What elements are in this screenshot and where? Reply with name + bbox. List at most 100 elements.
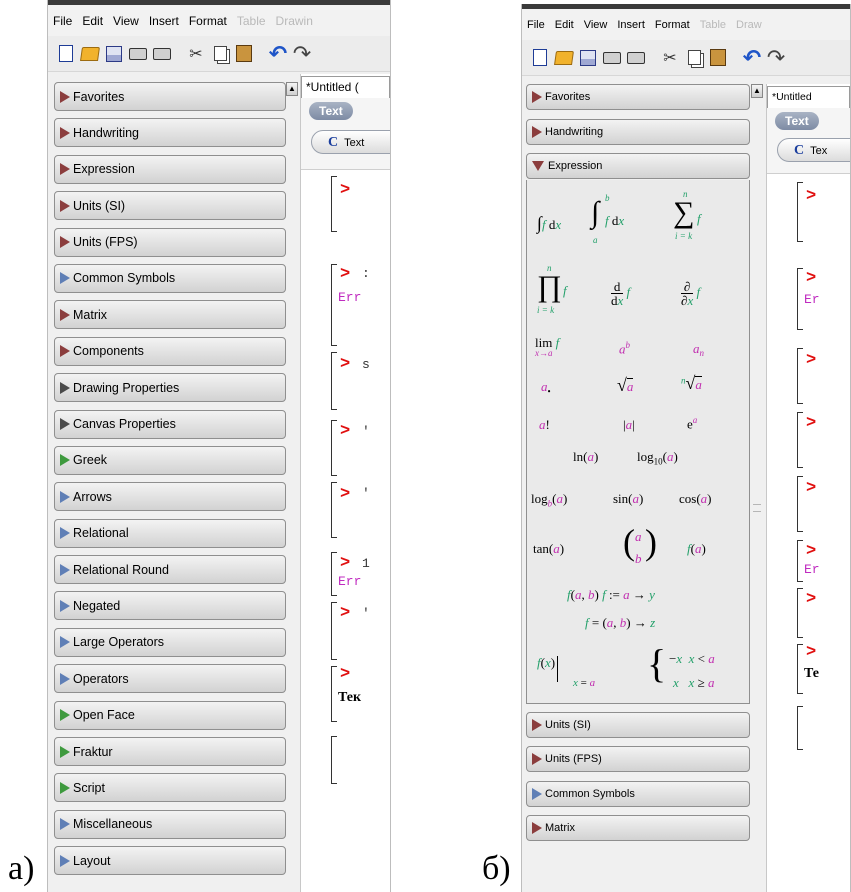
new-document-icon[interactable] <box>56 44 76 64</box>
execution-group[interactable] <box>331 736 337 784</box>
power-symbol[interactable]: ab <box>619 340 630 355</box>
palette-common-symbols[interactable]: Common Symbols <box>54 263 286 293</box>
palette-units-fps[interactable]: Units (FPS) <box>54 227 286 257</box>
palette-favorites[interactable]: Favorites <box>526 84 750 110</box>
menu-insert[interactable]: Insert <box>149 14 179 28</box>
palette-layout[interactable]: Layout <box>54 846 286 876</box>
cut-icon[interactable]: ✂ <box>186 44 206 64</box>
atomic-subscript-symbol[interactable]: a• <box>541 380 551 397</box>
palette-relational[interactable]: Relational <box>54 518 286 548</box>
document-tab[interactable]: *Untitled <box>767 86 850 108</box>
tan-symbol[interactable]: tan(a) <box>533 542 564 555</box>
palette-splitter[interactable]: ▲ <box>286 82 298 892</box>
palette-operators[interactable]: Operators <box>54 664 286 694</box>
save-icon[interactable] <box>104 44 124 64</box>
execution-group[interactable]: > ' <box>331 420 370 476</box>
palette-matrix[interactable]: Matrix <box>54 300 286 330</box>
menu-format[interactable]: Format <box>189 14 227 28</box>
execution-group[interactable]: > <box>797 588 816 638</box>
redo-icon[interactable]: ↷ <box>766 46 786 68</box>
menu-insert[interactable]: Insert <box>617 19 645 31</box>
palette-arrows[interactable]: Arrows <box>54 482 286 512</box>
cos-symbol[interactable]: cos(a) <box>679 492 712 505</box>
function-two-args-symbol[interactable]: f(a, b) f := a → y <box>567 588 655 601</box>
menu-view[interactable]: View <box>584 19 608 31</box>
undo-icon[interactable]: ↶ <box>268 42 288 64</box>
open-folder-icon[interactable] <box>80 44 100 64</box>
menu-edit[interactable]: Edit <box>555 19 574 31</box>
palette-handwriting[interactable]: Handwriting <box>54 118 286 148</box>
copy-icon[interactable] <box>210 44 230 64</box>
scroll-up-arrow-icon[interactable]: ▲ <box>751 84 763 98</box>
palette-greek[interactable]: Greek <box>54 445 286 475</box>
factorial-symbol[interactable]: a! <box>539 418 550 431</box>
logb-symbol[interactable]: logb(a) <box>531 492 567 509</box>
palette-large-operators[interactable]: Large Operators <box>54 627 286 657</box>
scroll-up-arrow-icon[interactable]: ▲ <box>286 82 298 96</box>
paste-icon[interactable] <box>234 44 254 64</box>
palette-matrix[interactable]: Matrix <box>526 815 750 841</box>
cut-icon[interactable]: ✂ <box>660 48 680 68</box>
execution-group[interactable]: > Er <box>797 540 820 582</box>
palette-favorites[interactable]: Favorites <box>54 82 286 111</box>
square-root-symbol[interactable]: √a <box>617 376 634 394</box>
execution-group[interactable]: > Тек <box>331 666 361 722</box>
execution-group[interactable]: > ' <box>331 602 370 660</box>
integral-symbol[interactable]: ∫f dx <box>537 214 561 232</box>
menu-file[interactable]: File <box>527 19 545 31</box>
text-mode-button[interactable]: C Tex <box>777 138 850 162</box>
ln-symbol[interactable]: ln(a) <box>573 450 598 463</box>
context-text-badge[interactable]: Text <box>775 112 819 130</box>
limit-symbol[interactable]: lim f x→a <box>535 336 559 358</box>
palette-common-symbols[interactable]: Common Symbols <box>526 780 750 807</box>
palette-expression[interactable]: Expression <box>526 153 750 179</box>
palette-units-si[interactable]: Units (SI) <box>54 191 286 221</box>
palette-drawing-properties[interactable]: Drawing Properties <box>54 373 286 403</box>
log10-symbol[interactable]: log10(a) <box>637 450 678 467</box>
palette-script[interactable]: Script <box>54 773 286 803</box>
execution-group[interactable]: > <box>797 182 816 242</box>
execution-group[interactable]: > s <box>331 352 370 410</box>
redo-icon[interactable]: ↷ <box>292 42 312 64</box>
execution-group[interactable]: > ' <box>331 482 370 538</box>
function-symbol[interactable]: f(a) <box>687 542 706 555</box>
menu-edit[interactable]: Edit <box>82 14 103 28</box>
palette-splitter[interactable]: ▲ <box>751 84 763 892</box>
text-mode-button[interactable]: C Text <box>311 130 390 154</box>
document-tab[interactable]: *Untitled ( <box>301 76 390 98</box>
palette-open-face[interactable]: Open Face <box>54 700 286 730</box>
open-folder-icon[interactable] <box>554 48 574 68</box>
print-icon[interactable] <box>128 44 148 64</box>
save-icon[interactable] <box>578 48 598 68</box>
execution-group[interactable]: >: Err <box>331 264 370 346</box>
arrow-function-symbol[interactable]: f = (a, b) → z <box>585 616 655 629</box>
menu-format[interactable]: Format <box>655 19 690 31</box>
context-text-badge[interactable]: Text <box>309 102 353 120</box>
execution-group[interactable] <box>797 706 803 750</box>
undo-icon[interactable]: ↶ <box>742 46 762 68</box>
worksheet[interactable]: > >: Err > s > ' > ' >1 Err > ' > Тек <box>331 176 390 892</box>
menu-file[interactable]: File <box>53 14 72 28</box>
execution-group[interactable]: > <box>797 412 816 468</box>
nth-root-symbol[interactable]: n√a <box>681 374 702 392</box>
paste-icon[interactable] <box>708 48 728 68</box>
evaluation-at-point-symbol[interactable]: f(x) x = a <box>537 655 595 688</box>
worksheet[interactable]: > > Er > > > > Er > > Те <box>797 182 850 892</box>
subscript-symbol[interactable]: an <box>693 342 704 359</box>
execution-group[interactable]: > <box>331 176 350 232</box>
palette-miscellaneous[interactable]: Miscellaneous <box>54 809 286 839</box>
splitter-grip-icon[interactable] <box>753 504 761 512</box>
palette-canvas-properties[interactable]: Canvas Properties <box>54 409 286 439</box>
print-preview-icon[interactable] <box>152 44 172 64</box>
execution-group[interactable]: > <box>797 476 816 532</box>
execution-group[interactable]: > <box>797 348 816 404</box>
palette-fraktur[interactable]: Fraktur <box>54 737 286 767</box>
execution-group[interactable]: > Er <box>797 268 820 330</box>
partial-derivative-symbol[interactable]: ∂ ∂x f <box>681 280 700 307</box>
derivative-symbol[interactable]: d dx f <box>611 280 630 307</box>
print-icon[interactable] <box>602 48 622 68</box>
new-document-icon[interactable] <box>530 48 550 68</box>
execution-group[interactable]: > Те <box>797 644 819 694</box>
copy-icon[interactable] <box>684 48 704 68</box>
palette-negated[interactable]: Negated <box>54 591 286 621</box>
